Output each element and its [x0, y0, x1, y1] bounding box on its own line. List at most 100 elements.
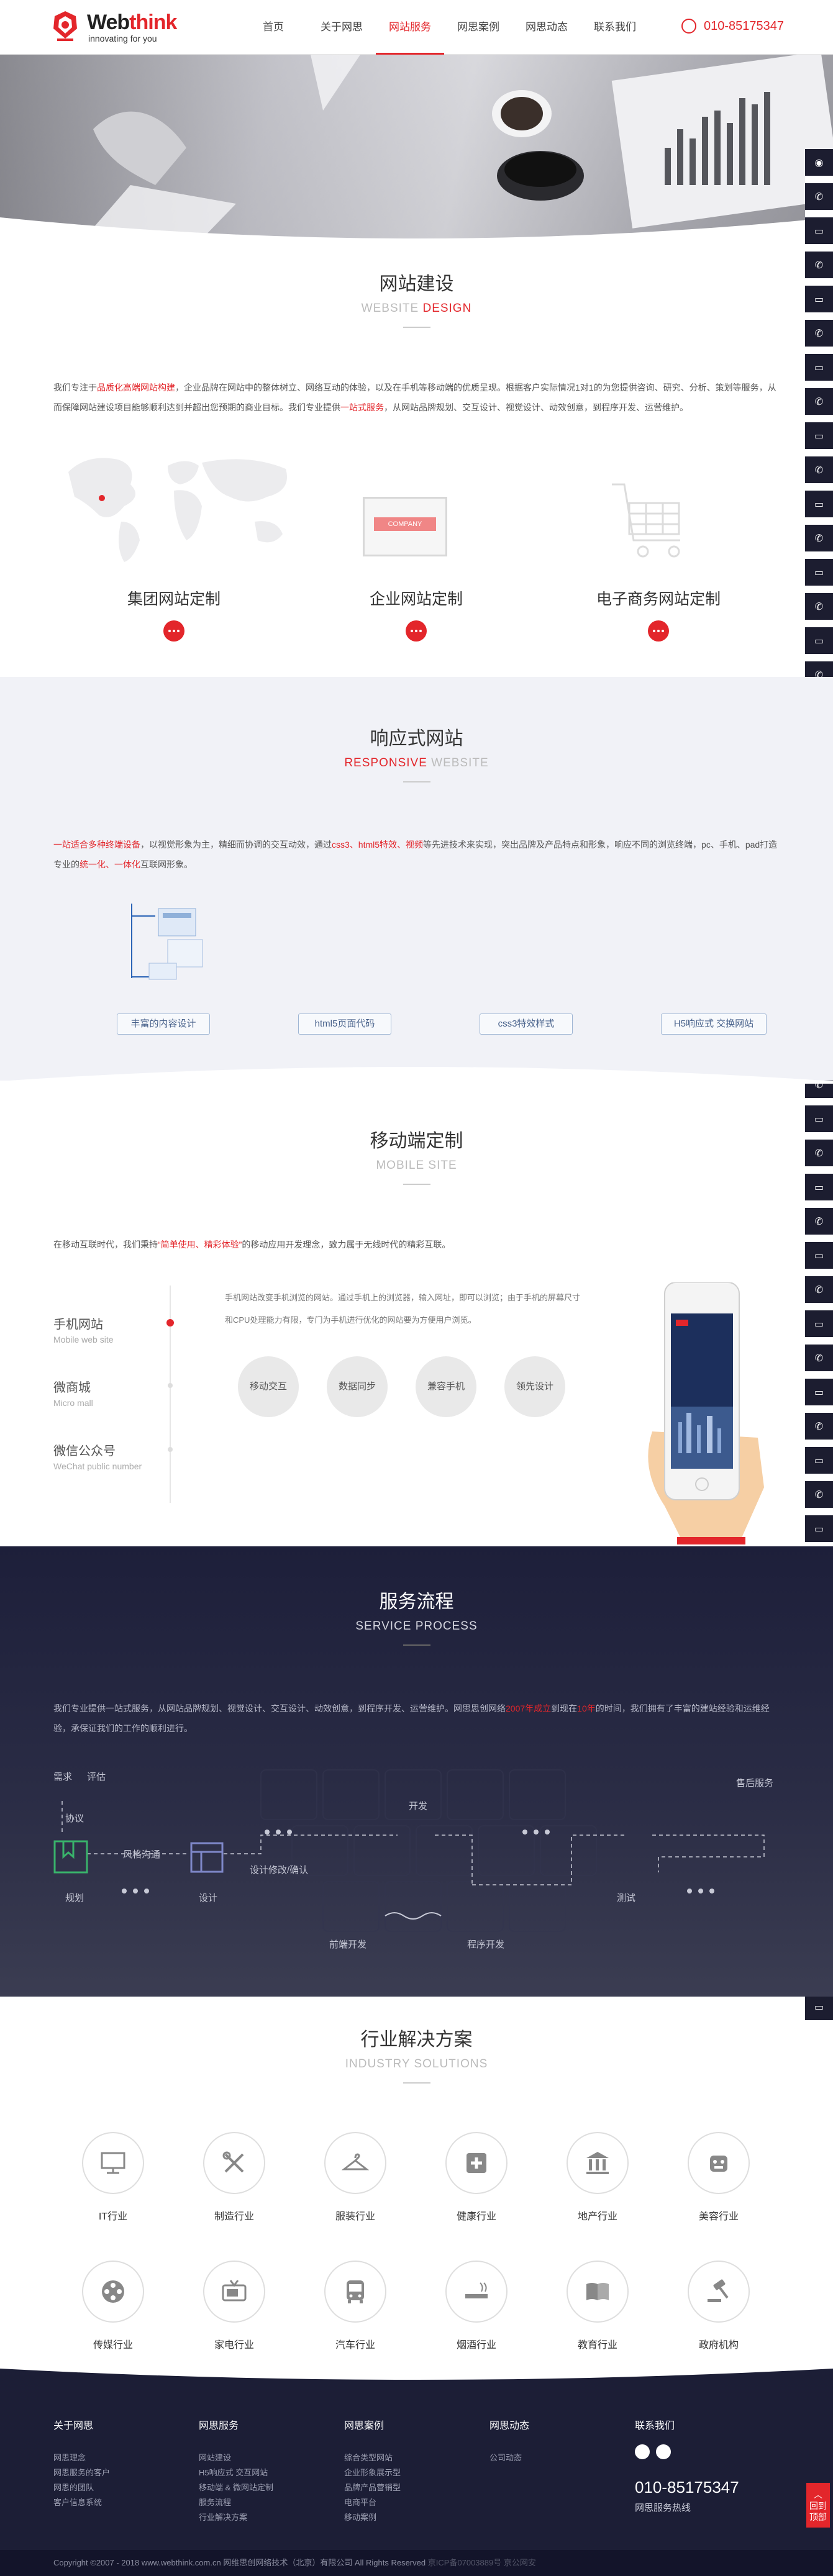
- industry-education[interactable]: 教育行业: [567, 2261, 629, 2351]
- footer-link[interactable]: 网站建设: [199, 2451, 273, 2465]
- menu-item-zh: 微信公众号: [53, 1444, 116, 1458]
- side-chat-icon[interactable]: ▭: [805, 491, 833, 525]
- company-badge: COMPANY: [374, 517, 436, 531]
- side-chat-icon[interactable]: ▭: [805, 1310, 833, 1345]
- side-phone-icon[interactable]: ✆: [805, 1208, 833, 1242]
- feature-pill[interactable]: H5响应式 交换网站: [661, 1014, 767, 1035]
- tools-icon: [222, 2151, 244, 2173]
- side-phone-icon[interactable]: ✆: [805, 456, 833, 491]
- process-step: 测试: [617, 1893, 636, 1903]
- weibo-icon[interactable]: [635, 2444, 650, 2459]
- side-phone-icon[interactable]: ✆: [805, 593, 833, 627]
- footer-link[interactable]: 企业形象展示型: [344, 2465, 401, 2480]
- footer-link[interactable]: 综合类型网站: [344, 2451, 401, 2465]
- nav-news[interactable]: 网思动态: [512, 0, 581, 55]
- footer-link[interactable]: 品牌产品营销型: [344, 2480, 401, 2495]
- feature-circle: 领先设计: [504, 1356, 565, 1417]
- footer-link[interactable]: 移动案例: [344, 2510, 401, 2525]
- industry-media[interactable]: 传媒行业: [82, 2261, 144, 2351]
- footer-link[interactable]: 移动端 & 微网站定制: [199, 2480, 273, 2495]
- side-phone-icon[interactable]: ✆: [805, 1345, 833, 1379]
- side-phone-icon[interactable]: ✆: [805, 1481, 833, 1515]
- industry-government[interactable]: 政府机构: [688, 2261, 750, 2351]
- more-button[interactable]: [648, 620, 669, 642]
- industry-tobacco[interactable]: 烟酒行业: [445, 2261, 508, 2351]
- side-chat-icon[interactable]: ▭: [805, 1515, 833, 1549]
- footer-heading: 关于网思: [53, 2421, 94, 2431]
- mobile-menu-item[interactable]: 微信公众号 WeChat public number: [53, 1441, 142, 1471]
- industry-appliance[interactable]: 家电行业: [203, 2261, 265, 2351]
- industry-manufacturing[interactable]: 制造行业: [203, 2132, 265, 2223]
- feature-ecommerce-site[interactable]: 电子商务网站定制: [565, 587, 752, 642]
- responsive-intro: 一站适合多种终端设备，以视觉形象为主，精细而协调的交互动效，通过css3、htm…: [53, 835, 780, 874]
- header-phone-number: 010-85175347: [704, 19, 785, 33]
- side-chat-icon[interactable]: ▭: [805, 217, 833, 252]
- side-chat-icon[interactable]: ▭: [805, 559, 833, 593]
- more-button[interactable]: [406, 620, 427, 642]
- side-chat-icon[interactable]: ▭: [805, 1379, 833, 1413]
- feature-pill[interactable]: css3特效样式: [480, 1014, 573, 1035]
- side-phone-icon[interactable]: ✆: [805, 388, 833, 422]
- footer-link[interactable]: 网思服务的客户: [53, 2465, 110, 2480]
- industry-clothing[interactable]: 服装行业: [324, 2132, 386, 2223]
- feature-enterprise-site[interactable]: 企业网站定制: [323, 587, 509, 642]
- wechat-icon[interactable]: [656, 2444, 671, 2459]
- back-to-top-button[interactable]: ︿ 回到顶部: [806, 2483, 830, 2528]
- side-phone-icon[interactable]: ✆: [805, 1276, 833, 1310]
- side-phone-icon[interactable]: ✆: [805, 1413, 833, 1447]
- side-chat-icon[interactable]: ▭: [805, 422, 833, 456]
- phone-icon: [681, 19, 696, 34]
- title-divider: [403, 1644, 430, 1646]
- feature-group-site[interactable]: 集团网站定制: [81, 587, 267, 642]
- phone-in-hand-icon: [648, 1282, 764, 1544]
- nav-about[interactable]: 关于网思: [307, 0, 376, 55]
- industry-auto[interactable]: 汽车行业: [324, 2261, 386, 2351]
- intro-text: 在移动互联时代，我们秉持: [53, 1240, 158, 1249]
- industry-it[interactable]: IT行业: [82, 2132, 144, 2223]
- side-chat-icon[interactable]: ▭: [805, 627, 833, 661]
- section-curve: [0, 1067, 833, 1084]
- footer-link[interactable]: 服务流程: [199, 2495, 273, 2510]
- logo[interactable]: Webthink innovating for you: [51, 9, 177, 46]
- footer-link[interactable]: 客户信息系统: [53, 2495, 110, 2510]
- industry-health[interactable]: 健康行业: [445, 2132, 508, 2223]
- qq-icon[interactable]: ◉: [805, 149, 833, 183]
- footer-link[interactable]: 公司动态: [489, 2451, 529, 2465]
- more-button[interactable]: [163, 620, 184, 642]
- side-chat-icon[interactable]: ▭: [805, 1242, 833, 1276]
- footer-link[interactable]: 行业解决方案: [199, 2510, 273, 2525]
- icp-text[interactable]: 京ICP备07003889号 京公网安: [428, 2558, 536, 2567]
- logo-slogan: innovating for you: [88, 34, 157, 43]
- process-step: 售后服务: [736, 1778, 774, 1789]
- intro-text: 我们专注于: [53, 383, 97, 392]
- menu-item-zh: 微商城: [53, 1381, 91, 1395]
- nav-services[interactable]: 网站服务: [376, 0, 444, 55]
- footer-link[interactable]: 网思理念: [53, 2451, 110, 2465]
- footer-link[interactable]: 网思的团队: [53, 2480, 110, 2495]
- feature-pill[interactable]: 丰富的内容设计: [117, 1014, 210, 1035]
- nav-contact[interactable]: 联系我们: [581, 0, 649, 55]
- layout-wireframe-icon: [131, 904, 203, 980]
- side-chat-icon[interactable]: ▭: [805, 1447, 833, 1481]
- footer-link[interactable]: H5响应式 交互网站: [199, 2465, 273, 2480]
- gavel-icon: [708, 2279, 729, 2302]
- footer-heading: 网思案例: [344, 2421, 385, 2431]
- nav-cases[interactable]: 网思案例: [444, 0, 512, 55]
- industry-realestate[interactable]: 地产行业: [567, 2132, 629, 2223]
- header-phone[interactable]: 010-85175347: [681, 19, 784, 34]
- section-title-en-accent: DESIGN: [419, 302, 472, 315]
- feature-pill[interactable]: html5页面代码: [298, 1014, 391, 1035]
- side-chat-icon[interactable]: ▭: [805, 354, 833, 388]
- mobile-menu-item[interactable]: 微商城 Micro mall: [53, 1377, 93, 1408]
- footer-link[interactable]: 电商平台: [344, 2495, 401, 2510]
- nav-home[interactable]: 首页: [239, 0, 307, 55]
- side-phone-icon[interactable]: ✆: [805, 183, 833, 217]
- side-chat-icon[interactable]: ▭: [805, 1993, 833, 2028]
- industry-label: IT行业: [98, 2211, 128, 2222]
- intro-text: 到现在: [551, 1703, 578, 1713]
- side-phone-icon[interactable]: ✆: [805, 525, 833, 559]
- process-step: 前端开发: [329, 1939, 367, 1950]
- industry-beauty[interactable]: 美容行业: [688, 2132, 750, 2223]
- mobile-menu-item-active[interactable]: 手机网站 Mobile web site: [53, 1314, 114, 1345]
- industry-label: 健康行业: [456, 2211, 496, 2222]
